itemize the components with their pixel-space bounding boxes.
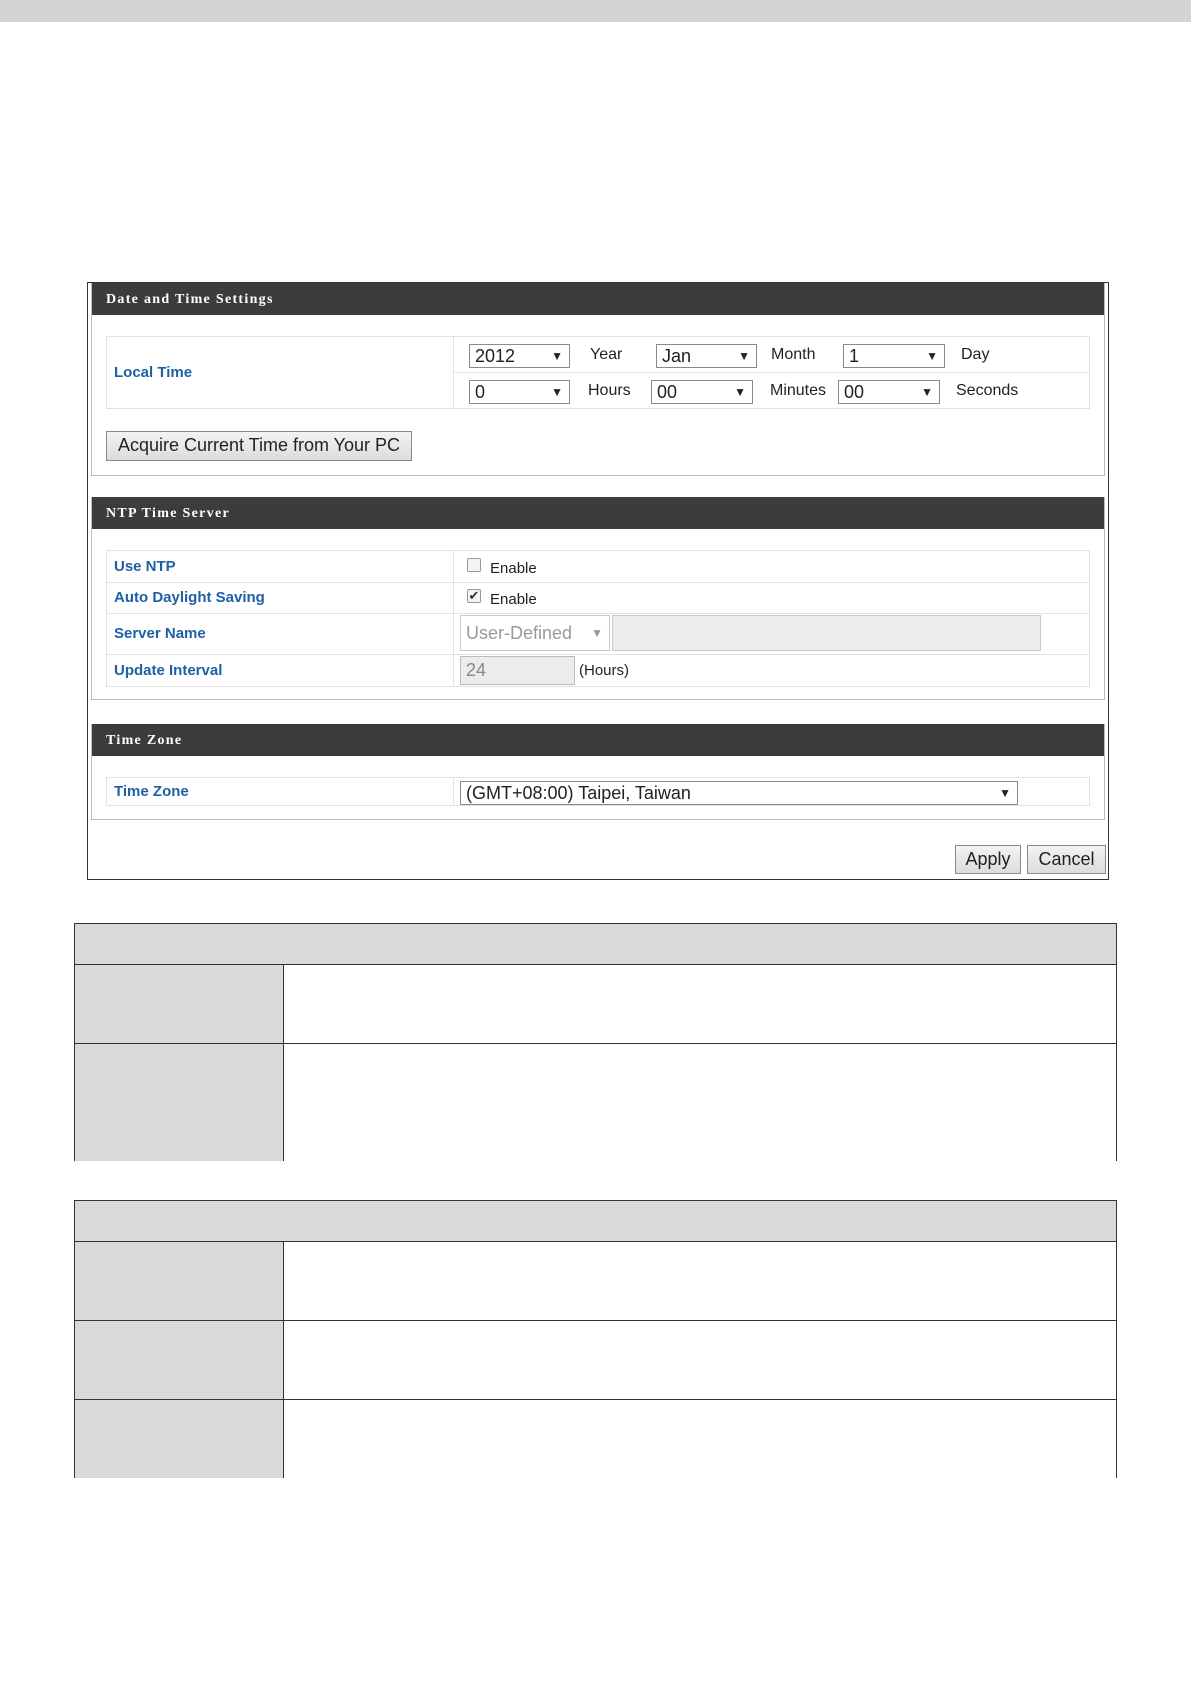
table-row: [75, 1242, 1116, 1321]
date-time-section-title: Date and Time Settings: [92, 283, 1104, 315]
table-label-cell: [75, 965, 284, 1043]
month-unit-label: Month: [771, 346, 816, 363]
table-description-cell: [284, 1400, 1116, 1478]
time-zone-select[interactable]: (GMT+08:00) Taipei, Taiwan ▼: [460, 781, 1018, 805]
table-description-cell: [284, 1321, 1116, 1399]
use-ntp-checkbox[interactable]: [467, 558, 481, 572]
day-select[interactable]: 1 ▼: [843, 344, 945, 368]
update-interval-label: Update Interval: [114, 662, 223, 679]
auto-daylight-saving-enable-label: Enable: [490, 591, 537, 608]
seconds-select[interactable]: 00 ▼: [838, 380, 940, 404]
description-table-ntp: [74, 923, 1117, 1161]
table-description-cell: [284, 965, 1116, 1043]
table-label-cell: [75, 1400, 284, 1478]
settings-panel: Date and Time Settings Local Time 2012 ▼ …: [87, 282, 1109, 880]
ntp-section: NTP Time Server Use NTP Enable Auto Dayl…: [91, 497, 1105, 700]
ntp-section-title: NTP Time Server: [92, 497, 1104, 529]
chevron-down-icon: ▼: [591, 626, 603, 640]
table-label-cell: [75, 1044, 284, 1161]
year-unit-label: Year: [590, 346, 623, 363]
checkmark-icon: ✔: [468, 588, 480, 603]
server-name-select[interactable]: User-Defined ▼: [460, 615, 610, 651]
local-time-grid: Local Time 2012 ▼ Year Jan ▼ Month 1 ▼ Day …: [106, 336, 1090, 409]
description-table-time-zone: [74, 1200, 1117, 1478]
time-zone-label: Time Zone: [114, 783, 189, 800]
day-unit-label: Day: [961, 346, 990, 363]
table-label-cell: [75, 1242, 284, 1320]
seconds-unit-label: Seconds: [956, 382, 1019, 399]
auto-daylight-saving-checkbox[interactable]: ✔: [467, 589, 481, 603]
cancel-button[interactable]: Cancel: [1027, 845, 1106, 874]
table-header: [75, 1201, 1116, 1242]
ntp-grid: Use NTP Enable Auto Daylight Saving ✔ En…: [106, 550, 1090, 687]
server-name-input[interactable]: [612, 615, 1041, 651]
server-name-label: Server Name: [114, 625, 206, 642]
table-row: [75, 1321, 1116, 1400]
table-row: [75, 1044, 1116, 1161]
auto-daylight-saving-label: Auto Daylight Saving: [114, 589, 265, 606]
hours-unit-label: Hours: [588, 382, 631, 399]
hours-select[interactable]: 0 ▼: [469, 380, 570, 404]
local-time-label: Local Time: [114, 364, 193, 381]
minutes-select[interactable]: 00 ▼: [651, 380, 753, 404]
chevron-down-icon: ▼: [926, 349, 938, 363]
year-select[interactable]: 2012 ▼: [469, 344, 570, 368]
chevron-down-icon: ▼: [999, 786, 1011, 800]
table-row: [75, 1400, 1116, 1478]
apply-button[interactable]: Apply: [955, 845, 1021, 874]
time-zone-grid: Time Zone (GMT+08:00) Taipei, Taiwan ▼: [106, 777, 1090, 806]
table-row: [75, 965, 1116, 1044]
date-time-section: Date and Time Settings Local Time 2012 ▼ …: [91, 283, 1105, 476]
update-interval-unit: (Hours): [579, 662, 630, 679]
table-description-cell: [284, 1242, 1116, 1320]
chevron-down-icon: ▼: [551, 349, 563, 363]
minutes-unit-label: Minutes: [770, 382, 827, 399]
time-zone-section: Time Zone Time Zone (GMT+08:00) Taipei, …: [91, 724, 1105, 820]
table-label-cell: [75, 1321, 284, 1399]
page-top-bar: [0, 0, 1191, 22]
table-description-cell: [284, 1044, 1116, 1161]
time-zone-section-title: Time Zone: [92, 724, 1104, 756]
chevron-down-icon: ▼: [551, 385, 563, 399]
chevron-down-icon: ▼: [734, 385, 746, 399]
use-ntp-enable-label: Enable: [490, 560, 537, 577]
chevron-down-icon: ▼: [738, 349, 750, 363]
acquire-time-button[interactable]: Acquire Current Time from Your PC: [106, 431, 412, 461]
use-ntp-label: Use NTP: [114, 558, 176, 575]
month-select[interactable]: Jan ▼: [656, 344, 757, 368]
update-interval-input[interactable]: 24: [460, 656, 575, 685]
table-header: [75, 924, 1116, 965]
chevron-down-icon: ▼: [921, 385, 933, 399]
